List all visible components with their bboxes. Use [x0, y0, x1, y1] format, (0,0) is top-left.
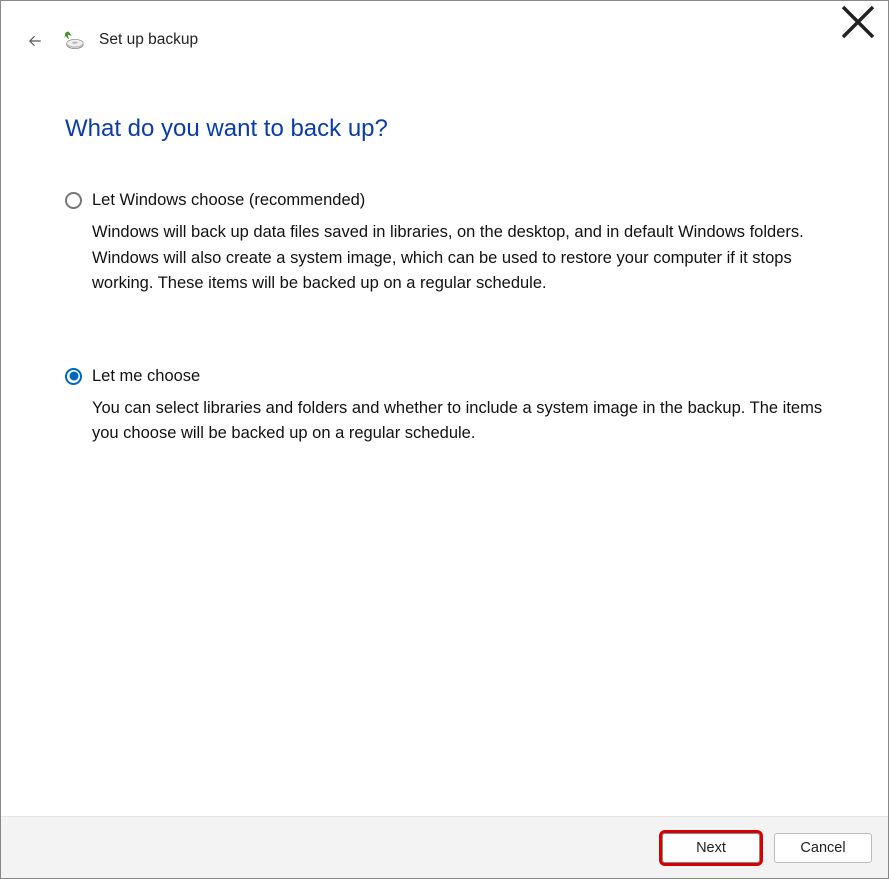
- back-button[interactable]: [23, 29, 47, 53]
- option-let-me-choose: Let me choose You can select libraries a…: [65, 367, 834, 447]
- option-let-me-choose-row[interactable]: Let me choose: [65, 367, 834, 386]
- close-icon: [838, 2, 878, 42]
- radio-let-me-choose[interactable]: [65, 368, 82, 385]
- backup-drive-icon: [63, 29, 85, 51]
- radio-let-windows-choose[interactable]: [65, 192, 82, 209]
- page-heading: What do you want to back up?: [65, 115, 834, 143]
- next-button[interactable]: Next: [662, 833, 760, 863]
- arrow-left-icon: [26, 32, 44, 50]
- close-button[interactable]: [838, 7, 878, 37]
- option-let-windows-choose-description: Windows will back up data files saved in…: [65, 220, 825, 297]
- cancel-button[interactable]: Cancel: [774, 833, 872, 863]
- wizard-window: Set up backup What do you want to back u…: [0, 0, 889, 879]
- wizard-footer: Next Cancel: [1, 816, 888, 878]
- option-let-windows-choose-row[interactable]: Let Windows choose (recommended): [65, 191, 834, 210]
- wizard-header: Set up backup: [1, 1, 888, 53]
- option-let-me-choose-description: You can select libraries and folders and…: [65, 396, 825, 447]
- option-let-windows-choose-label[interactable]: Let Windows choose (recommended): [92, 191, 365, 210]
- option-let-windows-choose: Let Windows choose (recommended) Windows…: [65, 191, 834, 297]
- wizard-content: What do you want to back up? Let Windows…: [1, 53, 888, 816]
- wizard-title: Set up backup: [99, 31, 198, 49]
- option-let-me-choose-label[interactable]: Let me choose: [92, 367, 200, 386]
